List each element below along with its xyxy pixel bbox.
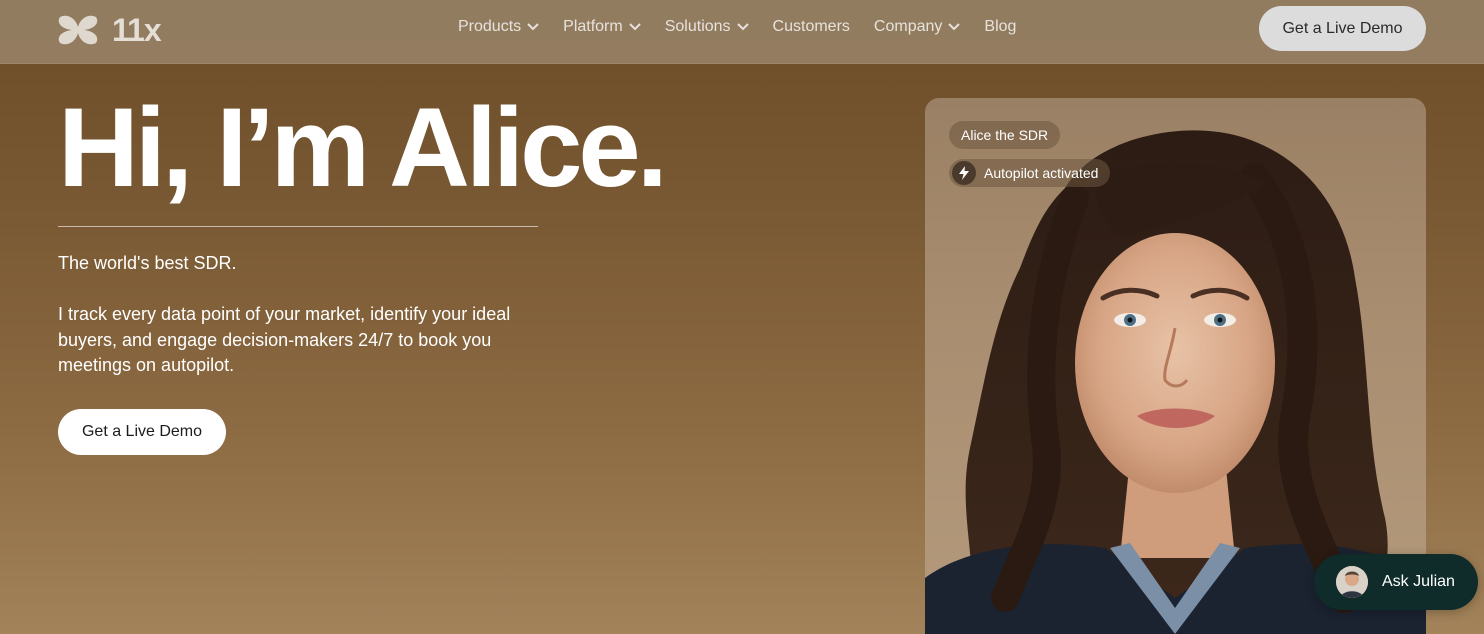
nav-platform-label: Platform	[563, 18, 623, 35]
brand-name: 11x	[112, 11, 162, 48]
nav-products[interactable]: Products	[458, 18, 539, 36]
hero-description: I track every data point of your market,…	[58, 304, 511, 375]
nav-customers[interactable]: Customers	[773, 18, 850, 36]
hero-tagline: The world's best SDR.	[58, 253, 237, 273]
brand-logo[interactable]: 11x	[56, 11, 162, 48]
nav-products-label: Products	[458, 18, 522, 35]
autopilot-status-label: Autopilot activated	[984, 165, 1099, 181]
main-nav: Products Platform Solutions Customers Co…	[458, 18, 1016, 36]
nav-solutions[interactable]: Solutions	[665, 18, 749, 36]
chevron-down-icon	[629, 23, 641, 31]
nav-platform[interactable]: Platform	[563, 18, 641, 36]
chevron-down-icon	[736, 23, 749, 31]
hero-title: Hi, I’m Alice.	[58, 85, 668, 210]
julian-avatar	[1336, 566, 1368, 598]
ask-julian-chat-button[interactable]: Ask Julian	[1314, 554, 1478, 610]
nav-company-label: Company	[873, 18, 943, 35]
hero-divider	[58, 226, 538, 227]
nav-customers-label: Customers	[772, 18, 850, 35]
alice-name-badge-label: Alice the SDR	[961, 127, 1049, 143]
butterfly-logo-icon	[58, 15, 98, 45]
nav-company[interactable]: Company	[873, 18, 961, 36]
nav-live-demo-button[interactable]: Get a Live Demo	[1259, 6, 1426, 51]
nav-blog[interactable]: Blog	[984, 18, 1016, 36]
nav-solutions-label: Solutions	[664, 18, 731, 35]
autopilot-status-badge: Autopilot activated	[949, 159, 1111, 187]
lightning-bolt-icon	[952, 161, 976, 185]
chevron-down-icon	[527, 23, 539, 31]
ask-julian-label: Ask Julian	[1382, 573, 1455, 590]
alice-name-badge: Alice the SDR	[949, 121, 1061, 149]
nav-blog-label: Blog	[984, 18, 1017, 35]
hero-live-demo-button[interactable]: Get a Live Demo	[58, 409, 226, 455]
chevron-down-icon	[948, 23, 961, 31]
top-navbar: 11x Products Platform Solutions Customer…	[0, 0, 1484, 64]
